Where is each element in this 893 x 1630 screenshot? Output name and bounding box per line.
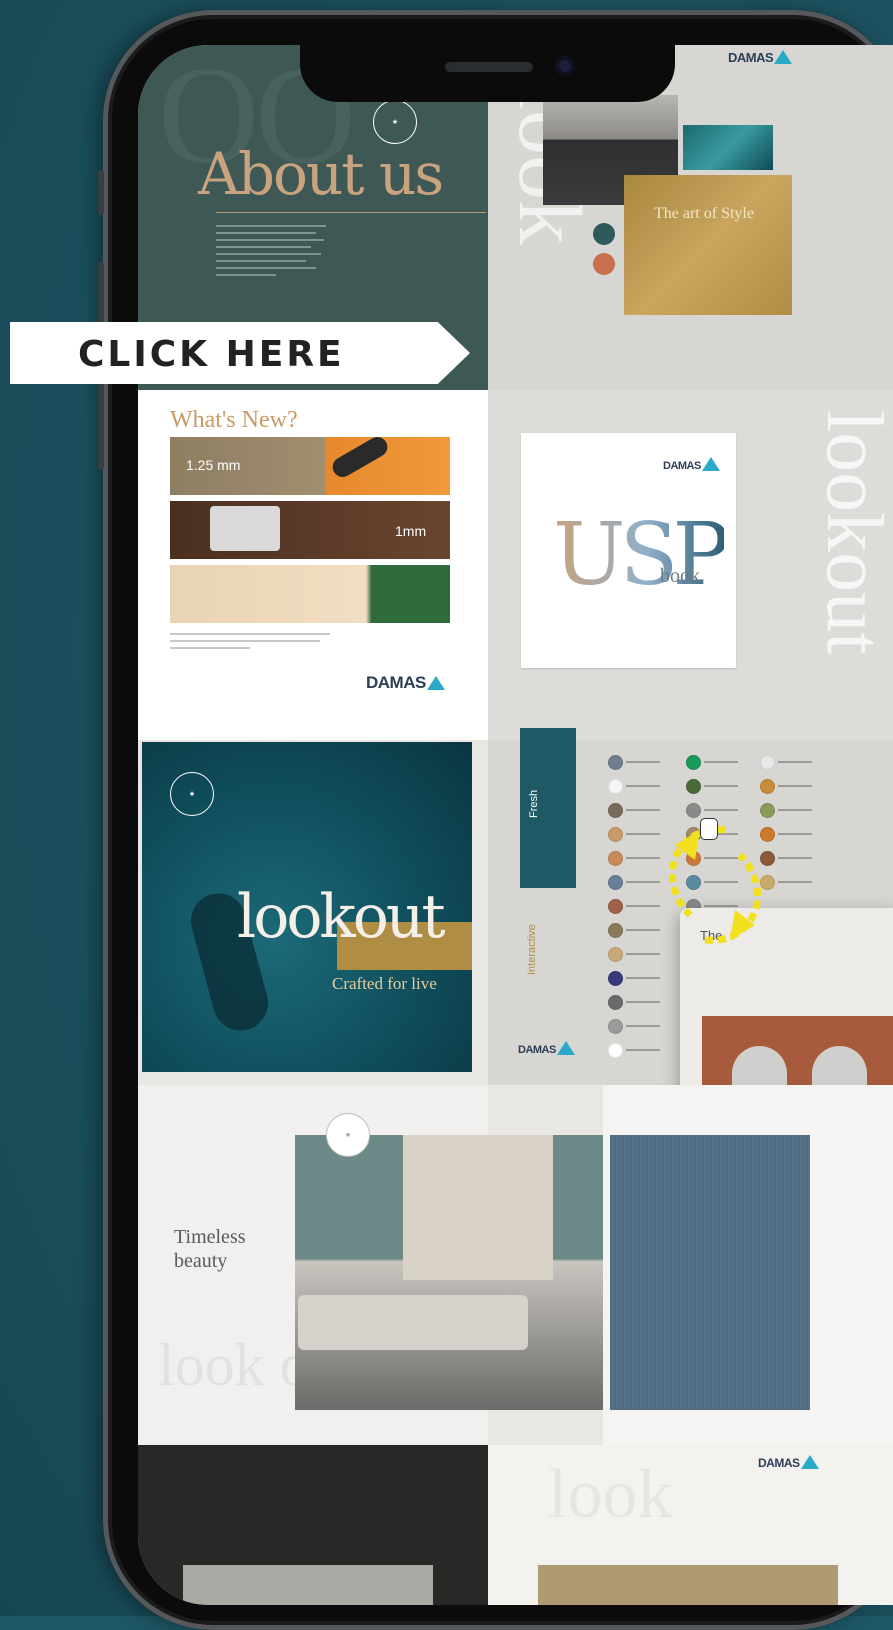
- color-swatch-dot[interactable]: [608, 947, 623, 962]
- strip-label: 1.25 mm: [186, 457, 241, 473]
- dumbbell-icon: [329, 433, 391, 481]
- bottom-image: [183, 1565, 433, 1605]
- swatch-terracotta: [593, 253, 615, 275]
- color-swatch-label: [626, 1001, 660, 1003]
- strip-hands[interactable]: [170, 565, 450, 623]
- camera-icon: [210, 506, 280, 551]
- whats-new-title: What's New?: [170, 407, 298, 433]
- color-swatch-dot[interactable]: [608, 851, 623, 866]
- hand-cursor-icon: [700, 818, 718, 840]
- sofa-image: [298, 1295, 528, 1350]
- color-swatch-label: [704, 761, 738, 763]
- shelves-image: [403, 1135, 553, 1280]
- color-swatch-label: [626, 1025, 660, 1027]
- color-swatch-label: [778, 881, 812, 883]
- bottom-watermark: look: [548, 1456, 673, 1533]
- color-swatch-dot[interactable]: [760, 803, 775, 818]
- strip-dumbbells[interactable]: 1.25 mm: [170, 433, 450, 495]
- click-here-label: CLICK HERE: [78, 334, 345, 375]
- timeless-title: Timeless beauty: [174, 1226, 246, 1272]
- divider: [216, 212, 486, 213]
- color-swatch-dot[interactable]: [608, 1043, 623, 1058]
- color-swatch-dot[interactable]: [608, 1019, 623, 1034]
- phone-speaker: [445, 62, 533, 72]
- color-swatch-dot[interactable]: [608, 755, 623, 770]
- color-swatch-dot[interactable]: [608, 779, 623, 794]
- color-swatch-label: [778, 833, 812, 835]
- color-swatch-dot[interactable]: [686, 755, 701, 770]
- strip-camera[interactable]: 1mm: [170, 501, 450, 559]
- color-swatch-label: [626, 953, 660, 955]
- color-swatch-dot[interactable]: [608, 995, 623, 1010]
- brand-logo: DAMAS: [728, 50, 793, 65]
- camera-icon: [555, 56, 575, 76]
- about-title: About us: [198, 140, 444, 208]
- color-swatch-label: [778, 809, 812, 811]
- color-swatch-label: [778, 785, 812, 787]
- color-swatch-dot[interactable]: [686, 779, 701, 794]
- color-swatch-dot[interactable]: [686, 803, 701, 818]
- color-swatch-label: [778, 857, 812, 859]
- brand-logo: DAMAS: [518, 1041, 575, 1056]
- swatch-teal: [593, 223, 615, 245]
- color-swatch-dot[interactable]: [608, 803, 623, 818]
- style-card-title: The art of Style: [654, 205, 754, 222]
- usp-title: USP: [553, 505, 730, 605]
- phone-volume-down: [98, 380, 104, 470]
- color-swatch-dot[interactable]: [608, 923, 623, 938]
- lookout-title: lookout: [237, 882, 446, 952]
- whats-new-text: [170, 633, 330, 654]
- fabric-swatch: [610, 1135, 810, 1410]
- bottom-dark-panel[interactable]: [138, 1445, 488, 1605]
- color-swatch-label: [626, 977, 660, 979]
- color-swatch-label: [626, 761, 660, 763]
- color-swatch-label: [704, 785, 738, 787]
- phone-screen: OO ★ About us look The art of Style DAMA…: [138, 45, 893, 1605]
- lookout-watermark: lookout: [810, 410, 893, 655]
- fresh-label: Fresh: [528, 789, 540, 818]
- color-swatch-label: [626, 809, 660, 811]
- color-swatch-label: [626, 1049, 660, 1051]
- bottom-image: [538, 1565, 838, 1605]
- badge-icon: ★: [373, 100, 417, 144]
- color-swatch-dot[interactable]: [608, 875, 623, 890]
- brand-logo: DAMAS: [758, 1455, 819, 1470]
- badge-icon: ★: [170, 772, 214, 816]
- usp-subtitle: book: [660, 565, 700, 587]
- color-swatch-dot[interactable]: [608, 971, 623, 986]
- bottom-light-panel[interactable]: look: [488, 1445, 893, 1605]
- brand-logo: DAMAS: [366, 673, 445, 693]
- color-swatch-dot[interactable]: [608, 827, 623, 842]
- lookout-subtitle: Crafted for live: [332, 974, 437, 993]
- about-text: [216, 225, 326, 281]
- color-swatch-dot[interactable]: [760, 755, 775, 770]
- badge-icon: ★: [326, 1113, 370, 1157]
- click-here-button[interactable]: CLICK HERE: [10, 322, 470, 384]
- color-swatch-label: [778, 761, 812, 763]
- brand-logo: DAMAS: [663, 457, 720, 472]
- phone-side-button: [98, 170, 104, 215]
- strip-label: 1mm: [395, 523, 427, 539]
- fresh-banner[interactable]: Fresh: [520, 728, 576, 888]
- lookout-cover[interactable]: ★ lookout Crafted for live: [142, 742, 472, 1072]
- color-swatch-dot[interactable]: [760, 779, 775, 794]
- color-swatch-label: [626, 785, 660, 787]
- style-card[interactable]: The art of Style: [624, 175, 792, 315]
- color-swatch-dot[interactable]: [608, 899, 623, 914]
- ocean-thumbnail: [683, 125, 773, 170]
- interactive-label: Interactive: [526, 924, 538, 975]
- color-swatch-label: [704, 809, 738, 811]
